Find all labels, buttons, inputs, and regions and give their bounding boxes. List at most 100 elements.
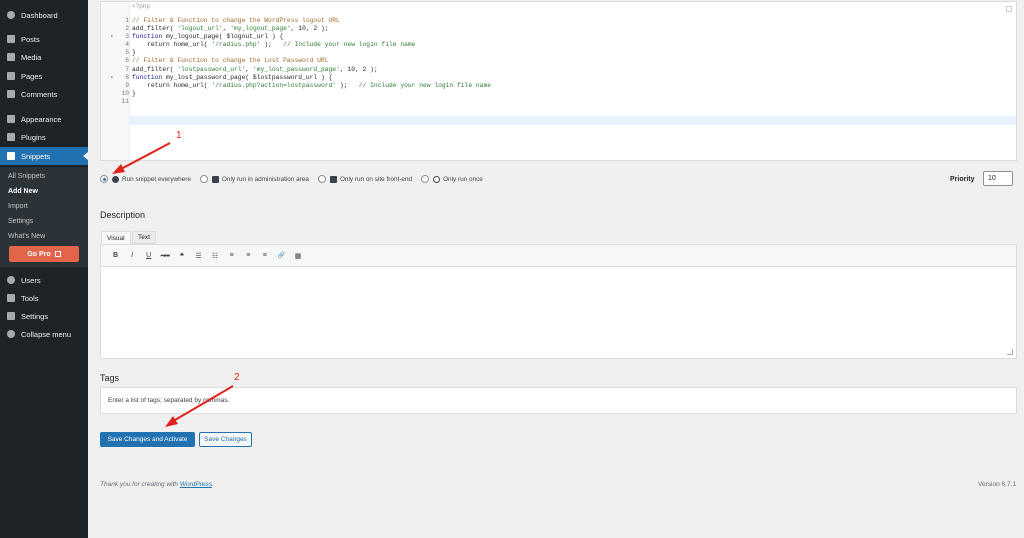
code-token: add_filter( bbox=[132, 65, 178, 73]
code-token: } bbox=[132, 89, 136, 97]
code-lines: 1// Filter & Function to change the Word… bbox=[101, 17, 1018, 106]
tab-text[interactable]: Text bbox=[132, 231, 156, 244]
collapse-icon bbox=[7, 330, 15, 338]
code-line: 6// Filter & Function to change the Lost… bbox=[101, 57, 1018, 65]
code-text: } bbox=[132, 90, 136, 98]
italic-button[interactable]: I bbox=[126, 252, 139, 259]
code-token: ); bbox=[260, 41, 284, 49]
comments-icon bbox=[7, 90, 15, 98]
save-changes-button[interactable]: Save Changes bbox=[199, 432, 252, 447]
code-line: 1// Filter & Function to change the Word… bbox=[101, 17, 1018, 25]
align-right-button[interactable]: ≡ bbox=[258, 252, 271, 259]
editor-toolbar: B I U ABC ❝ ☰ ☷ ≡ ≡ ≡ 🔗 ▦ bbox=[100, 244, 1017, 267]
code-token: '/radius.php' bbox=[211, 41, 261, 49]
php-open-tag: <?php bbox=[132, 3, 151, 10]
submenu-whats-new[interactable]: What's New bbox=[0, 229, 88, 244]
align-center-button[interactable]: ≡ bbox=[242, 252, 255, 259]
sidebar-item-appearance[interactable]: Appearance bbox=[0, 110, 88, 128]
annotation-arrowhead-2 bbox=[165, 416, 178, 427]
code-text: add_filter( 'lostpassword_url', 'my_lost… bbox=[132, 66, 378, 74]
code-token: '/radius.php?action=lostpassword' bbox=[211, 81, 337, 89]
code-token: // Include your new login file name bbox=[283, 41, 416, 49]
submenu-import[interactable]: Import bbox=[0, 199, 88, 214]
code-text: add_filter( 'logout_url', 'my_logout_pag… bbox=[132, 25, 329, 33]
editor-scroll-handle[interactable] bbox=[1006, 6, 1012, 12]
sidebar-item-plugins[interactable]: Plugins bbox=[0, 128, 88, 146]
code-token: , bbox=[245, 65, 253, 73]
scope-once-radio[interactable] bbox=[421, 175, 430, 183]
submenu-all-snippets[interactable]: All Snippets bbox=[0, 169, 88, 184]
submenu-add-new[interactable]: Add New bbox=[0, 184, 88, 199]
sidebar-item-tools[interactable]: Tools bbox=[0, 289, 88, 307]
settings-icon bbox=[7, 312, 15, 320]
scope-frontend-option[interactable]: Only run on site front-end bbox=[317, 175, 412, 183]
code-token: 'my_logout_page' bbox=[230, 25, 291, 33]
code-token: 'logout_url' bbox=[177, 25, 223, 33]
wordpress-link[interactable]: WordPress bbox=[180, 481, 212, 488]
save-and-activate-button[interactable]: Save Changes and Activate bbox=[100, 432, 195, 447]
code-token: , 10, 2 ); bbox=[290, 25, 329, 33]
line-number: 2 bbox=[125, 25, 129, 33]
line-number: 4 bbox=[125, 41, 129, 49]
sidebar-item-snippets[interactable]: Snippets bbox=[0, 147, 88, 165]
media-icon bbox=[7, 53, 15, 61]
line-number: 11 bbox=[121, 97, 129, 105]
wrench-icon bbox=[7, 294, 15, 302]
priority-input[interactable]: 10 bbox=[983, 171, 1013, 186]
code-token: return home_url( bbox=[132, 81, 212, 89]
bold-button[interactable]: B bbox=[109, 252, 122, 259]
code-text: return home_url( '/radius.php' ); // Inc… bbox=[132, 41, 415, 49]
align-left-button[interactable]: ≡ bbox=[225, 252, 238, 259]
code-token: return home_url( bbox=[132, 41, 212, 49]
fold-arrow-icon[interactable]: ▾ bbox=[110, 33, 114, 41]
resize-handle[interactable] bbox=[1007, 349, 1013, 355]
bullet-list-button[interactable]: ☰ bbox=[192, 252, 205, 260]
scope-once-option[interactable]: Only run once bbox=[421, 175, 483, 183]
underline-button[interactable]: U bbox=[142, 252, 155, 259]
scope-everywhere-option[interactable]: Run snippet everywhere bbox=[100, 175, 191, 183]
code-token: function bbox=[132, 73, 167, 81]
toolbar-toggle-button[interactable]: ▦ bbox=[292, 252, 305, 260]
link-button[interactable]: 🔗 bbox=[275, 252, 288, 259]
sidebar-item-settings[interactable]: Settings bbox=[0, 307, 88, 325]
line-number: 1 bbox=[125, 17, 129, 24]
code-line: 11 bbox=[101, 98, 1018, 106]
sidebar-item-posts[interactable]: Posts bbox=[0, 30, 88, 48]
description-textarea[interactable] bbox=[100, 267, 1017, 359]
sidebar-item-media[interactable]: Media bbox=[0, 48, 88, 66]
go-pro-button[interactable]: Go Pro bbox=[9, 246, 79, 262]
strikethrough-button[interactable]: ABC bbox=[159, 253, 172, 258]
code-editor[interactable]: <?php 1// Filter & Function to change th… bbox=[100, 1, 1017, 161]
scope-everywhere-radio[interactable] bbox=[100, 175, 108, 183]
code-text: return home_url( '/radius.php?action=los… bbox=[132, 82, 491, 90]
scope-admin-radio[interactable] bbox=[199, 175, 208, 183]
collapse-menu[interactable]: Collapse menu bbox=[0, 325, 88, 343]
sidebar-item-comments[interactable]: Comments bbox=[0, 85, 88, 103]
scope-admin-option[interactable]: Only run in administration area bbox=[199, 175, 309, 183]
line-number: 6 bbox=[125, 57, 129, 65]
code-text: function my_logout_page( $logout_url ) { bbox=[132, 33, 283, 41]
numbered-list-button[interactable]: ☷ bbox=[209, 252, 222, 260]
fold-arrow-icon[interactable]: ▾ bbox=[110, 74, 114, 82]
code-text: function my_lost_password_page( $lostpas… bbox=[132, 74, 332, 82]
tags-input[interactable]: Enter a list of tags; separated by comma… bbox=[100, 387, 1017, 414]
line-number: 8 bbox=[125, 73, 129, 81]
scope-frontend-radio[interactable] bbox=[317, 175, 326, 183]
line-number: 5 bbox=[125, 49, 129, 57]
sidebar-item-users[interactable]: Users bbox=[0, 271, 88, 289]
code-line: 3 ▾ function my_logout_page( $logout_url )… bbox=[101, 33, 1018, 41]
tab-visual[interactable]: Visual bbox=[101, 231, 131, 244]
code-token: , 10, 2 ); bbox=[339, 65, 378, 73]
sidebar-item-dashboard[interactable]: Dashboard bbox=[0, 6, 88, 24]
footer-version: Version 6.7.1 bbox=[978, 481, 1016, 488]
hammer-icon bbox=[329, 175, 337, 183]
description-heading: Description bbox=[100, 210, 146, 220]
users-icon bbox=[7, 276, 15, 284]
code-line: 8 ▾ function my_lost_password_page( $lostp… bbox=[101, 74, 1018, 82]
code-token: 'my_lost_password_page' bbox=[252, 65, 340, 73]
snippet-scope-options: Run snippet everywhere Only run in admin… bbox=[100, 173, 492, 185]
submenu-settings[interactable]: Settings bbox=[0, 214, 88, 229]
pages-icon bbox=[7, 72, 15, 80]
sidebar-item-pages[interactable]: Pages bbox=[0, 67, 88, 85]
blockquote-button[interactable]: ❝ bbox=[175, 252, 188, 260]
